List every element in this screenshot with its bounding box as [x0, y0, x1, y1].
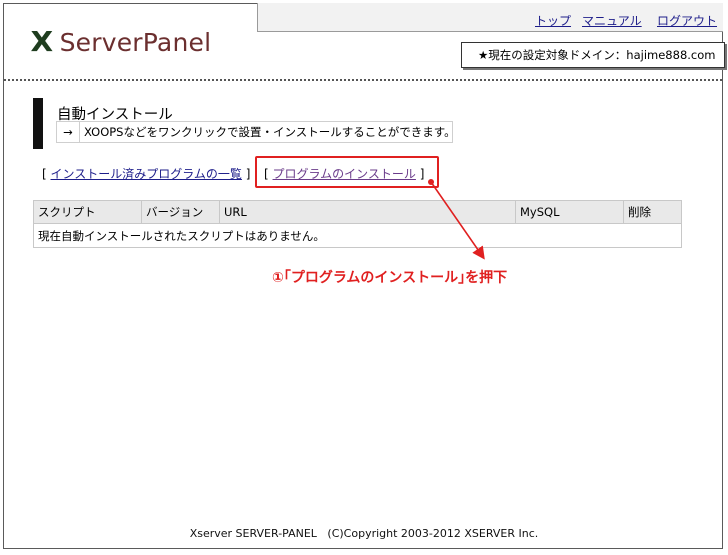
footer-copyright: Xserver SERVER-PANEL (C)Copyright 2003-2… — [189, 527, 539, 540]
annotation-instruction: ①｢プログラムのインストール｣を押下 — [272, 270, 508, 286]
